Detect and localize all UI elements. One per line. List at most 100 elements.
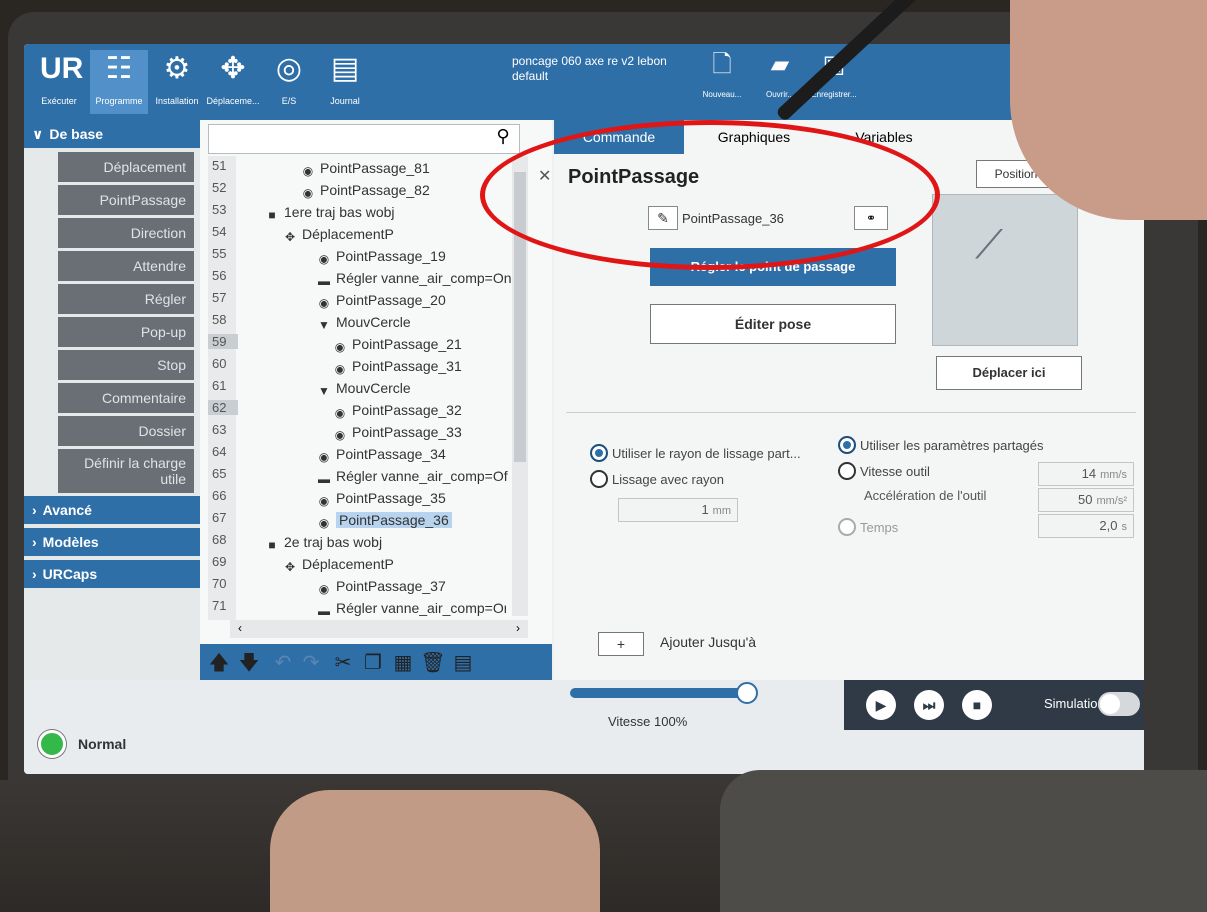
radio-icon bbox=[838, 518, 856, 536]
cmd-waypoint[interactable]: PointPassage bbox=[58, 185, 194, 215]
cmd-folder[interactable]: Dossier bbox=[58, 416, 194, 446]
cmd-move[interactable]: Déplacement bbox=[58, 152, 194, 182]
tool-speed-value: 14 bbox=[1081, 466, 1097, 481]
tree-node-waypoint[interactable]: ◉ PointPassage_82 bbox=[300, 180, 430, 201]
tree-node-set[interactable]: ▬ Régler vanne_air_comp=On bbox=[316, 268, 512, 289]
tree-node-circle-move[interactable]: ▼ MouvCercle bbox=[316, 312, 411, 333]
undo-icon[interactable]: ↶ bbox=[270, 650, 296, 676]
stop-icon[interactable]: ■ bbox=[962, 690, 992, 720]
chevron-right-icon[interactable]: › bbox=[516, 621, 520, 635]
tree-horizontal-scrollbar[interactable]: ‹ › bbox=[230, 620, 528, 638]
category-advanced-label: Avancé bbox=[42, 502, 92, 518]
cmd-wait[interactable]: Attendre bbox=[58, 251, 194, 281]
cmd-set-payload[interactable]: Définir la charge utile bbox=[58, 449, 194, 493]
cmd-direction[interactable]: Direction bbox=[58, 218, 194, 248]
tree-node-move[interactable]: ✥ DéplacementP bbox=[282, 554, 394, 575]
radio-shared-params[interactable]: Utiliser les paramètres partagés bbox=[838, 436, 1044, 456]
radio-time[interactable]: Temps bbox=[838, 518, 898, 538]
step-icon[interactable]: ⏭ bbox=[914, 690, 944, 720]
line-number: 53 bbox=[212, 202, 227, 217]
tree-node-move[interactable]: ✥ DéplacementP bbox=[282, 224, 394, 245]
installation-tab[interactable]: ⚙ Installation bbox=[148, 50, 206, 114]
cut-icon[interactable]: ✂ bbox=[330, 650, 356, 676]
tree-node-label: MouvCercle bbox=[336, 314, 411, 330]
category-urcaps[interactable]: › URCaps bbox=[24, 560, 216, 588]
circle-move-icon: ▼ bbox=[318, 384, 330, 398]
simulation-toggle[interactable] bbox=[1098, 692, 1140, 716]
search-icon[interactable]: ⚲ bbox=[488, 124, 518, 150]
program-tab[interactable]: ☷ Programme bbox=[90, 50, 148, 114]
radio-icon bbox=[590, 470, 608, 488]
radio-label: Vitesse outil bbox=[860, 464, 930, 479]
speed-slider-handle[interactable] bbox=[736, 682, 758, 704]
radio-icon bbox=[838, 462, 856, 480]
tree-node-waypoint[interactable]: ◉ PointPassage_20 bbox=[316, 290, 446, 311]
category-urcaps-label: URCaps bbox=[42, 566, 98, 582]
toggle-knob bbox=[1100, 694, 1120, 714]
run-tab[interactable]: UR Exécuter bbox=[30, 50, 88, 114]
tree-node-waypoint-selected[interactable]: ◉ PointPassage_36 bbox=[316, 510, 452, 531]
category-templates[interactable]: › Modèles bbox=[24, 528, 216, 556]
blend-radius-value: 1 bbox=[701, 502, 709, 517]
move-tab-label: Déplaceme... bbox=[206, 96, 260, 106]
chevron-down-icon: ∨ bbox=[32, 126, 44, 142]
time-unit: s bbox=[1121, 521, 1128, 533]
tool-accel-value: 50 bbox=[1077, 492, 1093, 507]
delete-icon[interactable]: 🗑 bbox=[420, 650, 446, 676]
radio-tool-speed[interactable]: Vitesse outil bbox=[838, 462, 930, 482]
new-file-icon: 🗋 bbox=[712, 51, 732, 78]
top-toolbar: UR Exécuter ☷ Programme ⚙ Installation ✥… bbox=[24, 44, 1144, 120]
tree-node-set[interactable]: ▬ Régler vanne_air_comp=Of bbox=[316, 466, 508, 487]
cmd-comment[interactable]: Commentaire bbox=[58, 383, 194, 413]
edit-pose-button[interactable]: Éditer pose bbox=[650, 304, 896, 344]
tree-node-waypoint[interactable]: ◉ PointPassage_34 bbox=[316, 444, 446, 465]
time-input[interactable]: 2,0 s bbox=[1038, 514, 1134, 538]
blend-radius-input[interactable]: 1 mm bbox=[618, 498, 738, 522]
log-tab[interactable]: ▤ Journal bbox=[316, 50, 374, 114]
cmd-popup[interactable]: Pop-up bbox=[58, 317, 194, 347]
time-value: 2,0 bbox=[1099, 518, 1118, 533]
category-basic[interactable]: ∨ De base bbox=[24, 120, 216, 148]
radio-selected-icon bbox=[838, 436, 856, 454]
speed-slider[interactable] bbox=[570, 688, 750, 698]
status-indicator-icon[interactable] bbox=[38, 730, 66, 758]
tree-node-waypoint[interactable]: ◉ PointPassage_33 bbox=[332, 422, 462, 443]
tree-node-waypoint[interactable]: ◉ PointPassage_32 bbox=[332, 400, 462, 421]
tree-node-folder[interactable]: ■ 2e traj bas wobj bbox=[264, 532, 382, 553]
tree-node-waypoint[interactable]: ◉ PointPassage_81 bbox=[300, 158, 430, 179]
move-up-icon[interactable]: 🡅 bbox=[206, 650, 232, 676]
suppress-icon[interactable]: ▤ bbox=[450, 650, 476, 676]
tree-node-waypoint[interactable]: ◉ PointPassage_21 bbox=[332, 334, 462, 355]
copy-icon[interactable]: ❐ bbox=[360, 650, 386, 676]
add-until-button[interactable]: + bbox=[598, 632, 644, 656]
waypoint-icon: ◉ bbox=[318, 252, 330, 266]
radio-shared-blend[interactable]: Utiliser le rayon de lissage part... bbox=[590, 444, 801, 464]
move-down-icon[interactable]: 🡇 bbox=[236, 650, 262, 676]
radio-label: Lissage avec rayon bbox=[612, 472, 725, 487]
new-button[interactable]: 🗋 Nouveau... bbox=[692, 50, 752, 99]
tree-node-set[interactable]: ▬ Régler vanne_air_comp=On bbox=[316, 598, 506, 619]
cmd-set[interactable]: Régler bbox=[58, 284, 194, 314]
category-advanced[interactable]: › Avancé bbox=[24, 496, 216, 524]
play-icon[interactable]: ▶ bbox=[866, 690, 896, 720]
add-until-label: Ajouter Jusqu'à bbox=[660, 634, 757, 650]
tool-accel-unit: mm/s² bbox=[1096, 495, 1127, 507]
tree-node-waypoint[interactable]: ◉ PointPassage_35 bbox=[316, 488, 446, 509]
tree-node-waypoint[interactable]: ◉ PointPassage_37 bbox=[316, 576, 446, 597]
io-tab[interactable]: ◎ E/S bbox=[260, 50, 318, 114]
tree-node-folder[interactable]: ■ 1ere traj bas wobj bbox=[264, 202, 394, 223]
radio-blend-radius[interactable]: Lissage avec rayon bbox=[590, 470, 724, 490]
paste-icon[interactable]: ▦ bbox=[390, 650, 416, 676]
cmd-stop[interactable]: Stop bbox=[58, 350, 194, 380]
tree-node-waypoint[interactable]: ◉ PointPassage_31 bbox=[332, 356, 462, 377]
tree-node-circle-move[interactable]: ▼ MouvCercle bbox=[316, 378, 411, 399]
move-here-button[interactable]: Déplacer ici bbox=[936, 356, 1082, 390]
tool-speed-input[interactable]: 14 mm/s bbox=[1038, 462, 1134, 486]
tree-search-input[interactable] bbox=[208, 124, 520, 154]
move-tab[interactable]: ✥ Déplaceme... bbox=[204, 50, 262, 114]
redo-icon[interactable]: ↷ bbox=[298, 650, 324, 676]
tool-accel-input[interactable]: 50 mm/s² bbox=[1038, 488, 1134, 512]
chevron-left-icon[interactable]: ‹ bbox=[238, 621, 242, 635]
tree-node-waypoint[interactable]: ◉ PointPassage_19 bbox=[316, 246, 446, 267]
waypoint-icon: ◉ bbox=[334, 362, 346, 376]
